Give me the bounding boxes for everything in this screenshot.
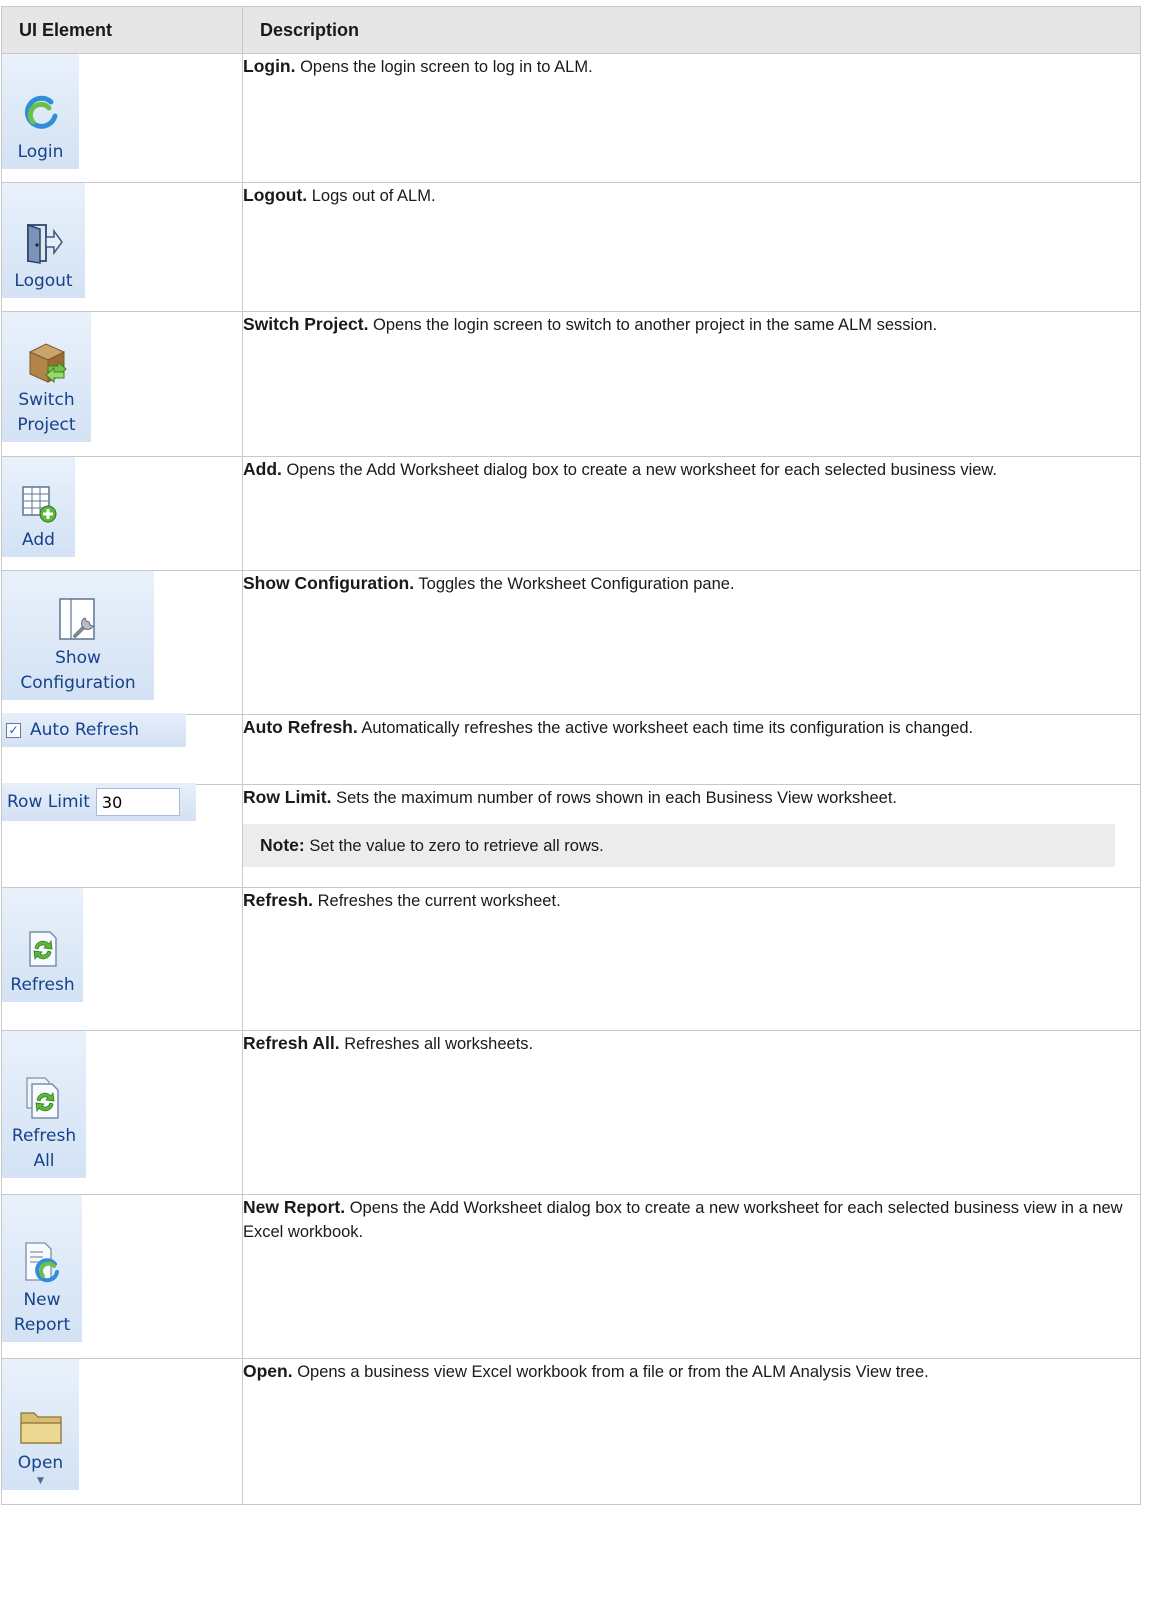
refresh-all-label-line1: Refresh [11,1126,77,1146]
new-report-label-line1: New [23,1290,61,1310]
switch-project-label-line1: Switch [18,390,75,410]
chevron-down-icon: ▼ [37,1476,44,1486]
desc-auto-refresh: Automatically refreshes the active works… [361,719,974,737]
logout-label: Logout [14,271,73,291]
ui-elements-table: UI Element Description Login Login. Open… [1,6,1141,1505]
refresh-label: Refresh [10,975,75,995]
table-row: Login Login. Opens the login screen to l… [1,53,1141,183]
show-configuration-button[interactable]: Show Configuration [2,571,154,700]
term-switch-project: Switch Project. [243,314,369,334]
auto-refresh-checkbox[interactable]: ✓ [6,722,21,738]
desc-add: Opens the Add Worksheet dialog box to cr… [286,461,998,479]
term-login: Login. [243,56,296,76]
new-report-icon [25,1242,59,1283]
term-auto-refresh: Auto Refresh. [243,717,358,737]
desc-refresh-all: Refreshes all worksheets. [344,1035,534,1053]
add-label: Add [22,530,55,550]
table-header-row: UI Element Description [1,6,1141,54]
term-add: Add. [243,459,282,479]
table-row: Open ▼ Open. Opens a business view Excel… [1,1358,1141,1505]
term-refresh-all: Refresh All. [243,1033,340,1053]
note-label: Note: [260,835,305,855]
note-box: Note: Set the value to zero to retrieve … [243,824,1115,867]
refresh-all-icon [26,1077,59,1119]
refresh-all-label-line2: All [33,1151,55,1171]
row-limit-input[interactable] [95,788,180,816]
logout-button[interactable]: Logout [2,183,85,298]
open-label: Open [17,1453,64,1473]
term-open: Open. [243,1361,293,1381]
login-label: Login [17,142,64,162]
auto-refresh-toggle[interactable]: ✓ Auto Refresh [2,713,186,747]
desc-new-report: Opens the Add Worksheet dialog box to cr… [243,1199,1123,1241]
table-row: New Report New Report. Opens the Add Wor… [1,1194,1141,1359]
table-row: ✓ Auto Refresh Auto Refresh. Automatical… [1,713,1141,785]
desc-switch-project: Opens the login screen to switch to anot… [373,316,938,334]
open-button[interactable]: Open ▼ [2,1359,79,1490]
term-logout: Logout. [243,185,308,205]
show-configuration-label-line2: Configuration [20,673,136,693]
table-row: Show Configuration Show Configuration. T… [1,570,1141,715]
term-show-configuration: Show Configuration. [243,573,415,593]
table-row: Row Limit Row Limit. Sets the maximum nu… [1,783,1141,888]
desc-open: Opens a business view Excel workbook fro… [297,1363,929,1381]
row-limit-label: Row Limit [7,792,90,812]
table-row: Logout Logout. Logs out of ALM. [1,182,1141,312]
row-limit-control: Row Limit [2,783,196,821]
login-button[interactable]: Login [2,54,79,169]
table-row: Switch Project Switch Project. Opens the… [1,311,1141,457]
table-row: Refresh All Refresh All. Refreshes all w… [1,1030,1141,1195]
auto-refresh-label: Auto Refresh [30,720,140,740]
show-configuration-label-line1: Show [55,648,101,668]
desc-refresh: Refreshes the current worksheet. [317,892,561,910]
refresh-icon [28,931,57,967]
note-text: Set the value to zero to retrieve all ro… [309,837,604,855]
table-row: Add Add. Opens the Add Worksheet dialog … [1,456,1141,571]
refresh-all-button[interactable]: Refresh All [2,1031,86,1178]
desc-login: Opens the login screen to log in to ALM. [300,58,593,76]
desc-show-configuration: Toggles the Worksheet Configuration pane… [418,575,735,593]
logout-icon [26,223,63,264]
header-description: Description [242,6,1141,54]
switch-project-icon [28,343,67,384]
add-worksheet-icon [21,486,56,523]
term-row-limit: Row Limit. [243,787,332,807]
desc-logout: Logs out of ALM. [311,187,436,205]
add-button[interactable]: Add [2,457,75,557]
switch-project-button[interactable]: Switch Project [2,312,91,442]
open-folder-icon [19,1412,62,1444]
desc-row-limit: Sets the maximum number of rows shown in… [336,789,898,807]
login-icon [24,95,57,129]
new-report-button[interactable]: New Report [2,1195,82,1342]
show-configuration-icon [59,598,95,640]
new-report-label-line2: Report [13,1315,71,1335]
term-refresh: Refresh. [243,890,314,910]
term-new-report: New Report. [243,1197,346,1217]
header-ui-element: UI Element [1,6,243,54]
switch-project-label-line2: Project [17,415,76,435]
table-row: Refresh Refresh. Refreshes the current w… [1,887,1141,1031]
refresh-button[interactable]: Refresh [2,888,83,1002]
